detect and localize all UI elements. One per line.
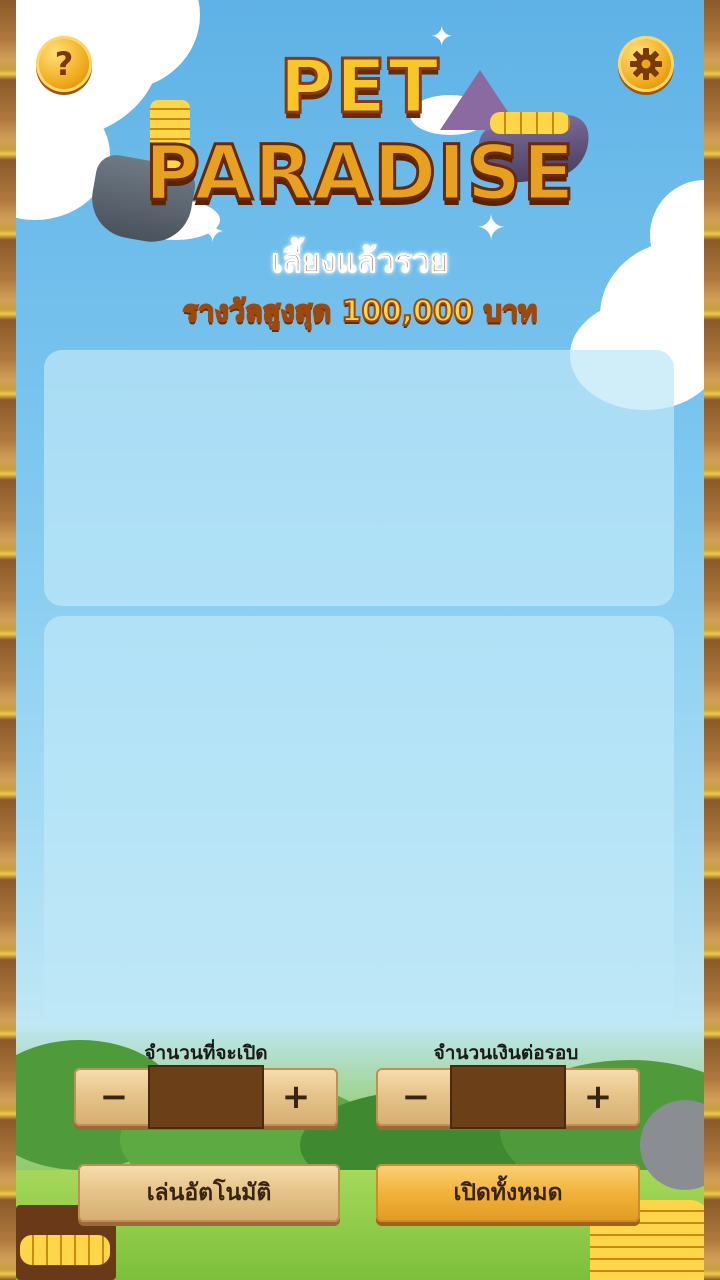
open-count-minus-button[interactable]: − — [88, 1074, 140, 1120]
top-panel — [44, 350, 674, 606]
game-title-line2: PARADISE — [143, 127, 576, 219]
game-subtitle: เลี้ยงแล้วรวย — [271, 242, 449, 281]
open-all-button[interactable]: เปิดทั้งหมด — [376, 1164, 640, 1222]
gold-coins-left — [20, 1235, 110, 1265]
open-count-label: จำนวนที่จะเปิด — [144, 1042, 268, 1064]
bet-per-round-label: จำนวนเงินต่อรอบ — [433, 1042, 579, 1064]
bet-per-round-plus-button[interactable]: + — [572, 1074, 624, 1120]
open-count-value — [148, 1065, 264, 1129]
game-title-line1: PET — [278, 43, 441, 132]
game-background: ✦ ✦ ✦ ? PET PARADISE เลี้ยงแล้วรวย รางวั… — [0, 0, 720, 1280]
auto-play-button[interactable]: เล่นอัตโนมัติ — [78, 1164, 340, 1222]
bet-per-round-stepper: − + — [376, 1065, 640, 1129]
bet-per-round-minus-button[interactable]: − — [390, 1074, 442, 1120]
card-grid-panel — [44, 616, 674, 1024]
bet-per-round-value — [450, 1065, 566, 1129]
open-count-stepper: − + — [74, 1065, 338, 1129]
open-count-plus-button[interactable]: + — [270, 1074, 322, 1120]
prize-text: รางวัลสูงสุด 100,000 บาท — [182, 293, 539, 329]
